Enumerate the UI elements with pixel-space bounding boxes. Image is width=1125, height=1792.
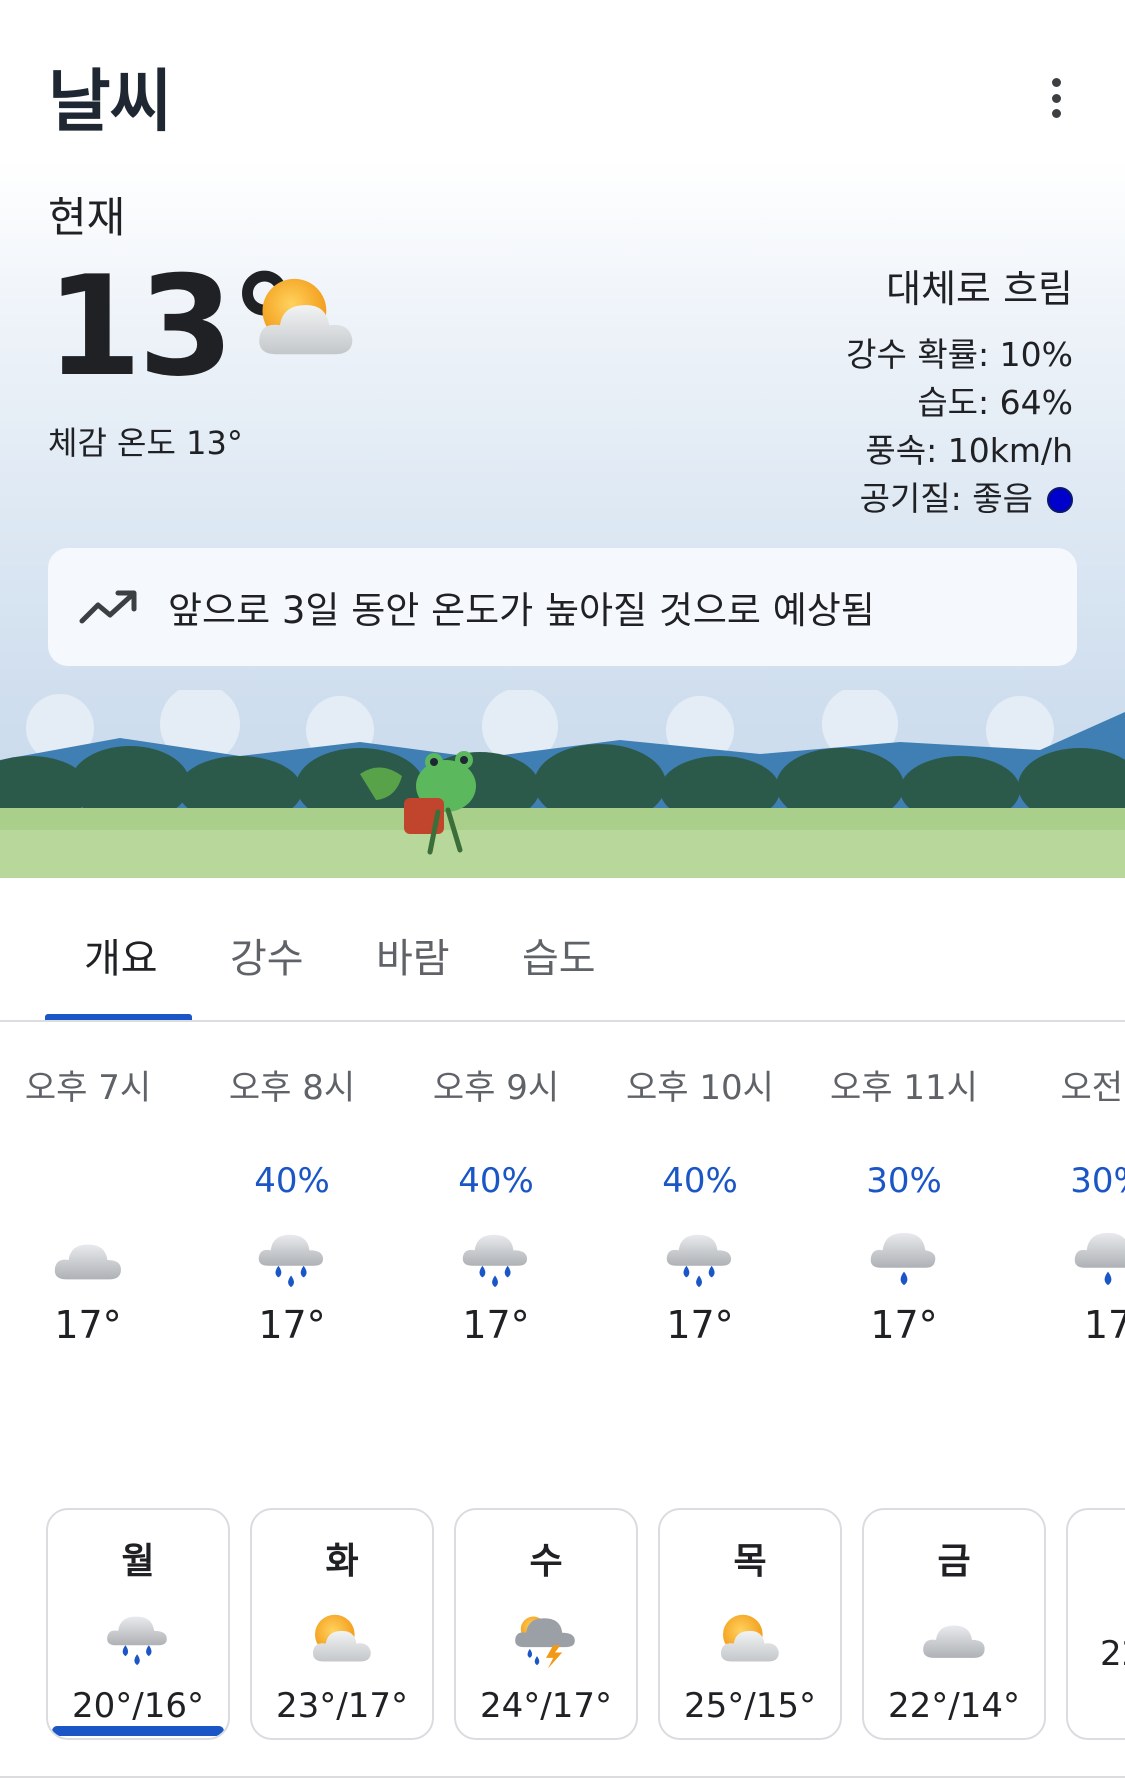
day-temp-range: 23°/17° [276, 1686, 408, 1726]
landscape-illustration [0, 690, 1125, 878]
rain-icon [102, 1606, 174, 1672]
day-name: 월 [121, 1541, 155, 1582]
day-card[interactable]: 금 22°/14° [862, 1508, 1046, 1740]
precipitation-chance: 강수 확률: 10% [846, 335, 1073, 374]
hour-precip-chance: 30% [866, 1161, 942, 1201]
rain-icon [456, 1227, 536, 1291]
current-label: 현재 [48, 193, 126, 242]
day-name: 화 [325, 1541, 359, 1582]
hourly-item: 오전 1 30% 17 [1020, 1060, 1125, 1347]
active-tab-indicator [45, 1014, 192, 1020]
rain-icon [660, 1227, 740, 1291]
light-rain-icon [1068, 1227, 1125, 1291]
feels-like: 체감 온도 13° [48, 424, 243, 462]
day-name: 금 [937, 1541, 971, 1582]
hour-temp: 17° [462, 1303, 530, 1347]
selected-day-indicator [52, 1726, 224, 1736]
day-card-selected[interactable]: 월 20°/16° [46, 1508, 230, 1740]
day-card[interactable]: 수 24°/17° [454, 1508, 638, 1740]
hour-precip-chance: 40% [254, 1161, 330, 1201]
hour-temp: 17° [258, 1303, 326, 1347]
day-temp-range: 22°/14° [888, 1686, 1020, 1726]
day-card[interactable]: 목 25°/15° [658, 1508, 842, 1740]
air-quality: 공기질: 좋음 [846, 475, 1073, 523]
hour-time: 오후 7시 [24, 1068, 152, 1108]
day-name: 수 [529, 1541, 563, 1582]
hourly-forecast[interactable]: 오후 7시 17° 오후 8시 40% 17° 오후 9시 40% 17° 오후… [0, 1060, 1125, 1440]
cloudy-icon [918, 1606, 990, 1672]
tab-precipitation[interactable]: 강수 [230, 926, 304, 984]
hour-temp: 17° [870, 1303, 938, 1347]
temperature-trend-card[interactable]: 앞으로 3일 동안 온도가 높아질 것으로 예상됨 [48, 548, 1077, 666]
hour-precip-chance: 40% [662, 1161, 738, 1201]
hourly-item: 오후 11시 30% 17° [816, 1060, 992, 1347]
tab-wind[interactable]: 바람 [376, 926, 450, 984]
trending-up-icon [79, 590, 137, 624]
hourly-item: 오후 7시 17° [0, 1060, 176, 1347]
air-quality-dot [1047, 487, 1073, 513]
rain-icon [252, 1227, 332, 1291]
day-card-partial[interactable]: 22 [1066, 1508, 1125, 1740]
hour-temp: 17° [54, 1303, 122, 1347]
day-temp-range: 22 [1100, 1634, 1125, 1674]
divider [0, 1776, 1125, 1778]
condition-details: 대체로 흐림 강수 확률: 10% 습도: 64% 풍속: 10km/h 공기질… [846, 258, 1073, 523]
hour-time: 오후 9시 [432, 1068, 560, 1108]
hourly-item: 오후 10시 40% 17° [612, 1060, 788, 1347]
day-temp-range: 24°/17° [480, 1686, 612, 1726]
hour-time: 오후 10시 [626, 1068, 774, 1108]
hour-temp: 17° [666, 1303, 734, 1347]
thunderstorm-icon [510, 1606, 582, 1672]
hour-time: 오전 1 [1060, 1068, 1125, 1108]
humidity: 습도: 64% [917, 383, 1073, 422]
condition-text: 대체로 흐림 [886, 267, 1073, 311]
trend-text: 앞으로 3일 동안 온도가 높아질 것으로 예상됨 [168, 589, 875, 632]
hour-time: 오후 8시 [228, 1068, 356, 1108]
hour-precip-chance: 40% [458, 1161, 534, 1201]
day-name: 목 [733, 1541, 767, 1582]
hourly-item: 오후 9시 40% 17° [408, 1060, 584, 1347]
day-card[interactable]: 화 23°/17° [250, 1508, 434, 1740]
hour-time: 오후 11시 [830, 1068, 978, 1108]
current-weather-hero: 날씨 현재 13° 체감 온도 13° 대체로 흐림 강수 확률: 10% 습도… [0, 0, 1125, 878]
tab-overview[interactable]: 개요 [84, 926, 158, 984]
day-temp-range: 20°/16° [72, 1686, 204, 1726]
tab-humidity[interactable]: 습도 [522, 926, 596, 984]
partly-cloudy-icon [306, 1606, 378, 1672]
tab-bar: 개요 강수 바람 습도 [0, 878, 1125, 1022]
cloudy-icon [48, 1227, 128, 1291]
hourly-item: 오후 8시 40% 17° [204, 1060, 380, 1347]
hour-precip-chance: 30% [1070, 1161, 1125, 1201]
partly-cloudy-icon [714, 1606, 786, 1672]
hour-precip-chance [0, 1161, 176, 1205]
page-title: 날씨 [48, 63, 172, 142]
air-quality-label: 공기질: 좋음 [859, 479, 1033, 518]
hour-temp: 17 [1083, 1303, 1125, 1347]
wind-speed: 풍속: 10km/h [865, 431, 1073, 470]
daily-forecast[interactable]: 월 20°/16° 화 23°/17° 수 24°/17° 목 25°/15° … [0, 1508, 1125, 1744]
partly-cloudy-icon [248, 268, 364, 368]
day-temp-range: 25°/15° [684, 1686, 816, 1726]
more-vert-icon[interactable] [1034, 72, 1078, 124]
light-rain-icon [864, 1227, 944, 1291]
